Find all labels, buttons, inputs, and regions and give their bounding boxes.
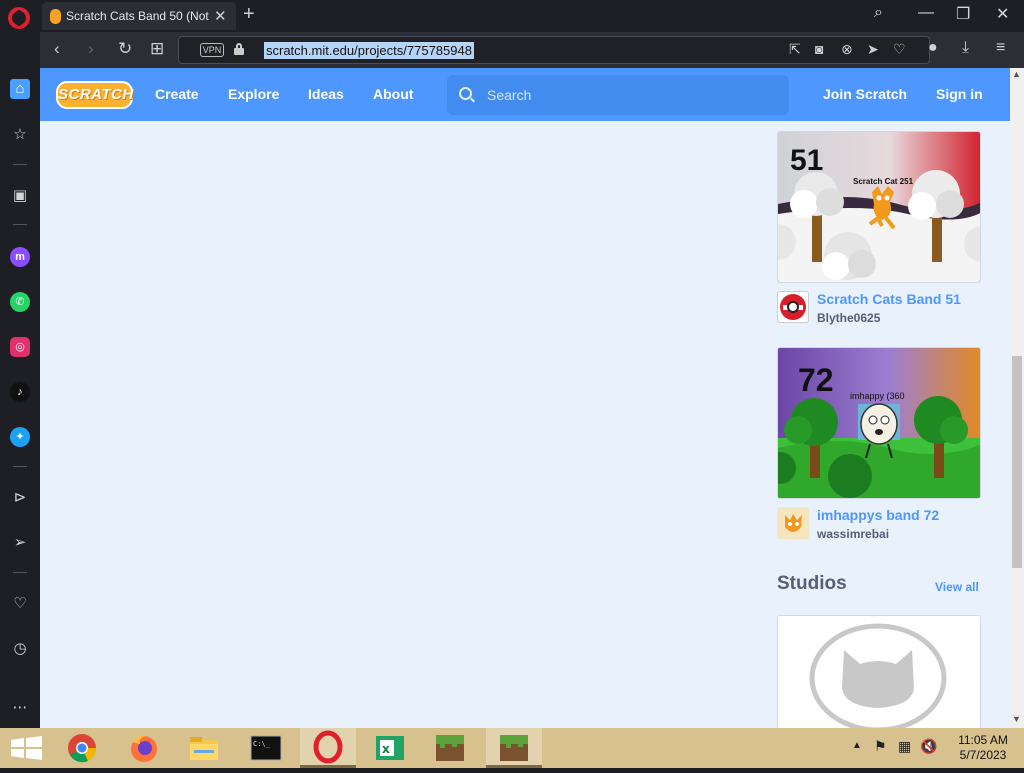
scratch-logo[interactable]: SCRATCH — [56, 81, 133, 109]
project-title-link[interactable]: imhappys band 72 — [817, 507, 939, 523]
windows-start-icon[interactable] — [0, 728, 56, 768]
adblock-icon[interactable]: ⊗ — [841, 41, 853, 58]
sidebar-divider — [13, 164, 27, 165]
send-to-flow-icon[interactable]: ➤ — [867, 41, 879, 58]
restore-icon[interactable]: ❐ — [956, 4, 970, 24]
vpn-badge[interactable]: VPN — [200, 43, 224, 57]
opera-menu-icon[interactable] — [8, 7, 30, 29]
page-scrollbar[interactable]: ▲ ▼ — [1010, 68, 1024, 728]
studio-cat-placeholder-icon — [809, 623, 947, 728]
svg-text:x: x — [382, 742, 390, 756]
sidebar-divider — [13, 572, 27, 573]
opera-sidebar: ⌂ ☆ ▣ m ✆ ◎ ♪ ✦ ⊳ ➢ ♡ ◷ ⋯ — [0, 32, 40, 728]
clock-date: 5/7/2023 — [959, 748, 1007, 762]
lock-icon[interactable] — [234, 43, 244, 55]
shopping-bag-icon[interactable]: ▣ — [10, 186, 30, 206]
avatar[interactable] — [777, 507, 809, 539]
minecraft-icon[interactable] — [486, 728, 542, 768]
avatar-image — [777, 507, 809, 539]
minimize-icon[interactable]: — — [918, 4, 934, 22]
thumbnail-number: 72 — [798, 362, 834, 398]
forward-icon[interactable]: › — [88, 39, 94, 59]
opera-icon[interactable] — [300, 728, 356, 768]
downloads-icon[interactable]: ⤓ — [962, 39, 969, 57]
home-icon[interactable]: ⌂ — [10, 79, 30, 99]
tab-grid-icon[interactable]: ⊞ — [150, 39, 164, 59]
messenger-icon[interactable]: m — [10, 247, 30, 267]
project-thumbnail[interactable]: 51 Scratch Cat 251 — [777, 131, 981, 283]
search-placeholder: Search — [487, 87, 532, 103]
network-icon[interactable]: ▦ — [898, 738, 911, 755]
star-icon[interactable]: ☆ — [10, 125, 30, 145]
tab-search-icon[interactable]: ⌕ — [874, 4, 883, 22]
twitter-icon[interactable]: ✦ — [10, 427, 30, 447]
player-icon[interactable]: ⊳ — [10, 488, 30, 508]
share-icon[interactable]: ⇱ — [789, 41, 801, 58]
tiktok-icon[interactable]: ♪ — [10, 382, 30, 402]
profile-icon[interactable]: ● — [928, 39, 938, 57]
nav-create[interactable]: Create — [155, 86, 199, 102]
instagram-icon[interactable]: ◎ — [10, 337, 30, 357]
clock-time: 11:05 AM — [958, 733, 1008, 747]
tab-close-icon[interactable]: ✕ — [214, 7, 227, 25]
avatar[interactable] — [777, 291, 809, 323]
thumbnail-number: 51 — [790, 144, 824, 177]
whatsapp-icon[interactable]: ✆ — [10, 292, 30, 312]
excel-icon[interactable]: x — [362, 728, 418, 768]
window-close-icon[interactable]: ✕ — [996, 4, 1009, 24]
tab-title: Scratch Cats Band 50 (Not — [66, 9, 209, 23]
heart-icon[interactable]: ♡ — [10, 594, 30, 614]
studio-thumbnail[interactable] — [777, 615, 981, 728]
scroll-up-icon[interactable]: ▲ — [1012, 69, 1021, 79]
bookmark-heart-icon[interactable]: ♡ — [893, 41, 906, 58]
scratch-navbar: SCRATCH Create Explore Ideas About Searc… — [40, 68, 1010, 121]
system-clock[interactable]: 11:05 AM 5/7/2023 — [952, 733, 1014, 763]
project-title-link[interactable]: Scratch Cats Band 51 — [817, 291, 961, 307]
sidebar-divider — [13, 466, 27, 467]
sign-in-link[interactable]: Sign in — [936, 86, 983, 102]
scratch-favicon-icon — [50, 9, 61, 24]
search-icon — [459, 87, 472, 100]
project-author-link[interactable]: Blythe0625 — [817, 311, 880, 325]
history-icon[interactable]: ◷ — [10, 639, 30, 659]
new-tab-icon[interactable]: + — [243, 3, 255, 26]
scroll-down-icon[interactable]: ▼ — [1012, 714, 1021, 724]
reload-icon[interactable]: ↻ — [118, 39, 132, 59]
view-all-link[interactable]: View all — [935, 580, 979, 594]
address-toolbar: ‹ › ↻ ⊞ VPN scratch.mit.edu/projects/775… — [40, 32, 1024, 68]
minecraft-icon[interactable] — [422, 728, 478, 768]
nav-ideas[interactable]: Ideas — [308, 86, 344, 102]
studios-heading: Studios — [777, 573, 847, 594]
page-viewport: SCRATCH Create Explore Ideas About Searc… — [40, 68, 1024, 728]
windows-taskbar: C:\_ x ▲ ⚑ ▦ 🔇 11:05 AM 5/7/2023 — [0, 728, 1024, 768]
project-thumbnail[interactable]: 72 imhappy (360 — [777, 347, 981, 499]
join-scratch-link[interactable]: Join Scratch — [823, 86, 907, 102]
send-icon[interactable]: ➢ — [10, 533, 30, 553]
more-icon[interactable]: ⋯ — [10, 698, 30, 718]
file-explorer-icon[interactable] — [176, 728, 232, 768]
terminal-icon[interactable]: C:\_ — [238, 728, 294, 768]
nav-about[interactable]: About — [373, 86, 413, 102]
url-bar[interactable]: VPN scratch.mit.edu/projects/775785948 ⇱… — [178, 36, 930, 64]
easy-setup-icon[interactable]: ≡ — [996, 39, 1005, 57]
back-icon[interactable]: ‹ — [54, 39, 60, 59]
sidebar-divider — [13, 224, 27, 225]
volume-muted-icon[interactable]: 🔇 — [920, 738, 937, 755]
chrome-icon[interactable] — [54, 728, 110, 768]
scratch-search-input[interactable]: Search — [447, 75, 789, 115]
tray-overflow-icon[interactable]: ▲ — [852, 740, 862, 751]
browser-tab-bar: Scratch Cats Band 50 (Not ✕ + ⌕ — ❐ ✕ — [0, 0, 1024, 32]
action-center-flag-icon[interactable]: ⚑ — [874, 738, 887, 755]
nav-explore[interactable]: Explore — [228, 86, 279, 102]
snapshot-icon[interactable]: ◙ — [815, 41, 823, 57]
firefox-icon[interactable] — [116, 728, 172, 768]
project-author-link[interactable]: wassimrebai — [817, 527, 889, 541]
scrollbar-thumb[interactable] — [1012, 356, 1022, 568]
thumbnail-caption: Scratch Cat 251 — [853, 177, 914, 186]
svg-text:C:\_: C:\_ — [253, 740, 271, 748]
avatar-image — [780, 294, 806, 320]
url-text[interactable]: scratch.mit.edu/projects/775785948 — [264, 42, 474, 59]
browser-tab[interactable]: Scratch Cats Band 50 (Not ✕ — [42, 2, 236, 30]
thumbnail-caption: imhappy (360 — [850, 391, 905, 401]
